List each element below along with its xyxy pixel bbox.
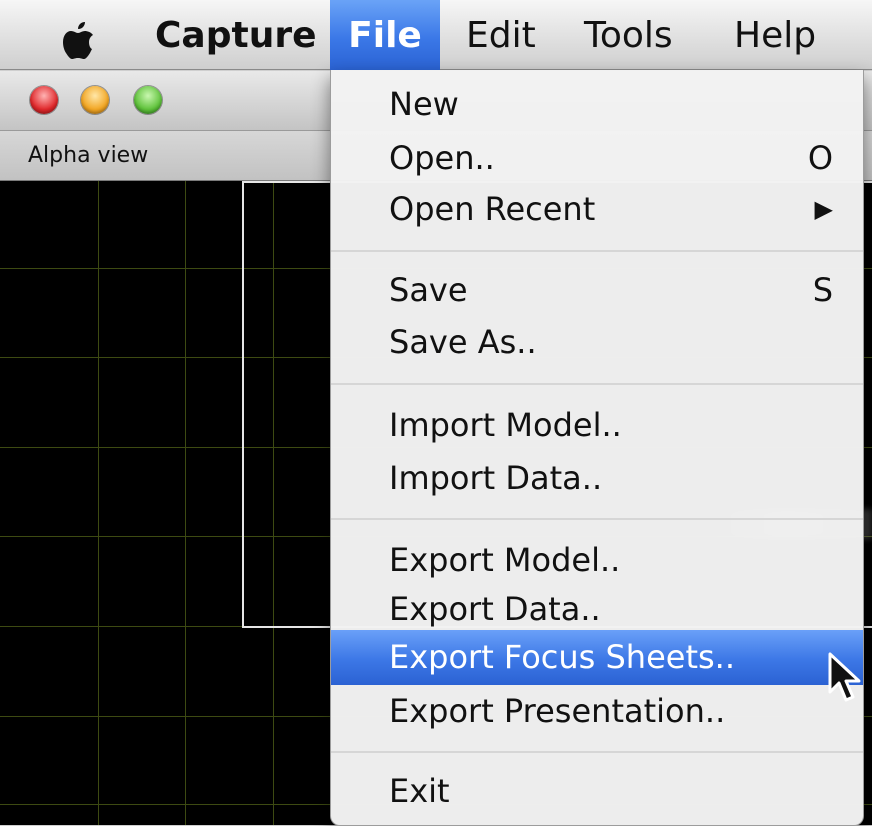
menu-app-name[interactable]: Capture: [155, 0, 317, 70]
grid-line: [98, 181, 99, 825]
menu-bar: Capture File Edit Tools Help: [0, 0, 872, 70]
apple-menu-icon[interactable]: [58, 18, 108, 62]
minimize-window-button[interactable]: [81, 86, 109, 114]
menu-file[interactable]: File: [330, 0, 440, 70]
menu-edit[interactable]: Edit: [466, 0, 536, 70]
menu-item-label: Import Data..: [389, 459, 603, 497]
zoom-window-button[interactable]: [134, 86, 162, 114]
menu-item-label: Export Data..: [389, 590, 601, 628]
menu-item-label: Open..: [389, 139, 495, 177]
menu-item-label: Save: [389, 271, 468, 309]
file-menu-dropdown: New Open.. O Open Recent ▶ Save S Save A…: [330, 70, 864, 826]
menu-item-label: Exit: [389, 772, 450, 810]
menu-item-export-focus-sheets[interactable]: Export Focus Sheets..: [331, 630, 863, 685]
submenu-arrow-icon: ▶: [814, 195, 833, 223]
shortcut-key: O: [807, 139, 833, 177]
menu-item-label: Import Model..: [389, 406, 622, 444]
menu-separator: [331, 751, 863, 753]
menu-item-import-data[interactable]: Import Data..: [331, 451, 863, 506]
menu-separator: [331, 383, 863, 385]
menu-separator: [331, 518, 863, 520]
shortcut-key: S: [812, 271, 833, 309]
menu-item-new[interactable]: New: [331, 77, 863, 132]
menu-item-open[interactable]: Open.. O: [331, 131, 863, 186]
menu-item-label: Export Focus Sheets..: [389, 638, 736, 676]
menu-help[interactable]: Help: [734, 0, 816, 70]
menu-item-import-model[interactable]: Import Model..: [331, 398, 863, 453]
menu-item-label: Export Model..: [389, 541, 621, 579]
menu-item-export-model[interactable]: Export Model..: [331, 533, 863, 588]
menu-separator: [331, 250, 863, 252]
close-window-button[interactable]: [30, 86, 58, 114]
menu-item-label: Save As..: [389, 323, 537, 361]
menu-item-save-as[interactable]: Save As..: [331, 315, 863, 370]
menu-item-exit[interactable]: Exit: [331, 764, 863, 819]
menu-item-export-presentation[interactable]: Export Presentation..: [331, 684, 863, 739]
menu-item-save[interactable]: Save S: [331, 263, 863, 318]
menu-tools[interactable]: Tools: [584, 0, 673, 70]
menu-item-export-data[interactable]: Export Data..: [331, 582, 863, 637]
menu-item-open-recent[interactable]: Open Recent ▶: [331, 182, 863, 237]
menu-item-label: Export Presentation..: [389, 692, 726, 730]
mouse-pointer-icon: [826, 652, 866, 708]
menu-item-label: New: [389, 85, 459, 123]
menu-item-label: Open Recent: [389, 190, 596, 228]
grid-line: [185, 181, 186, 825]
view-title: Alpha view: [28, 143, 149, 168]
